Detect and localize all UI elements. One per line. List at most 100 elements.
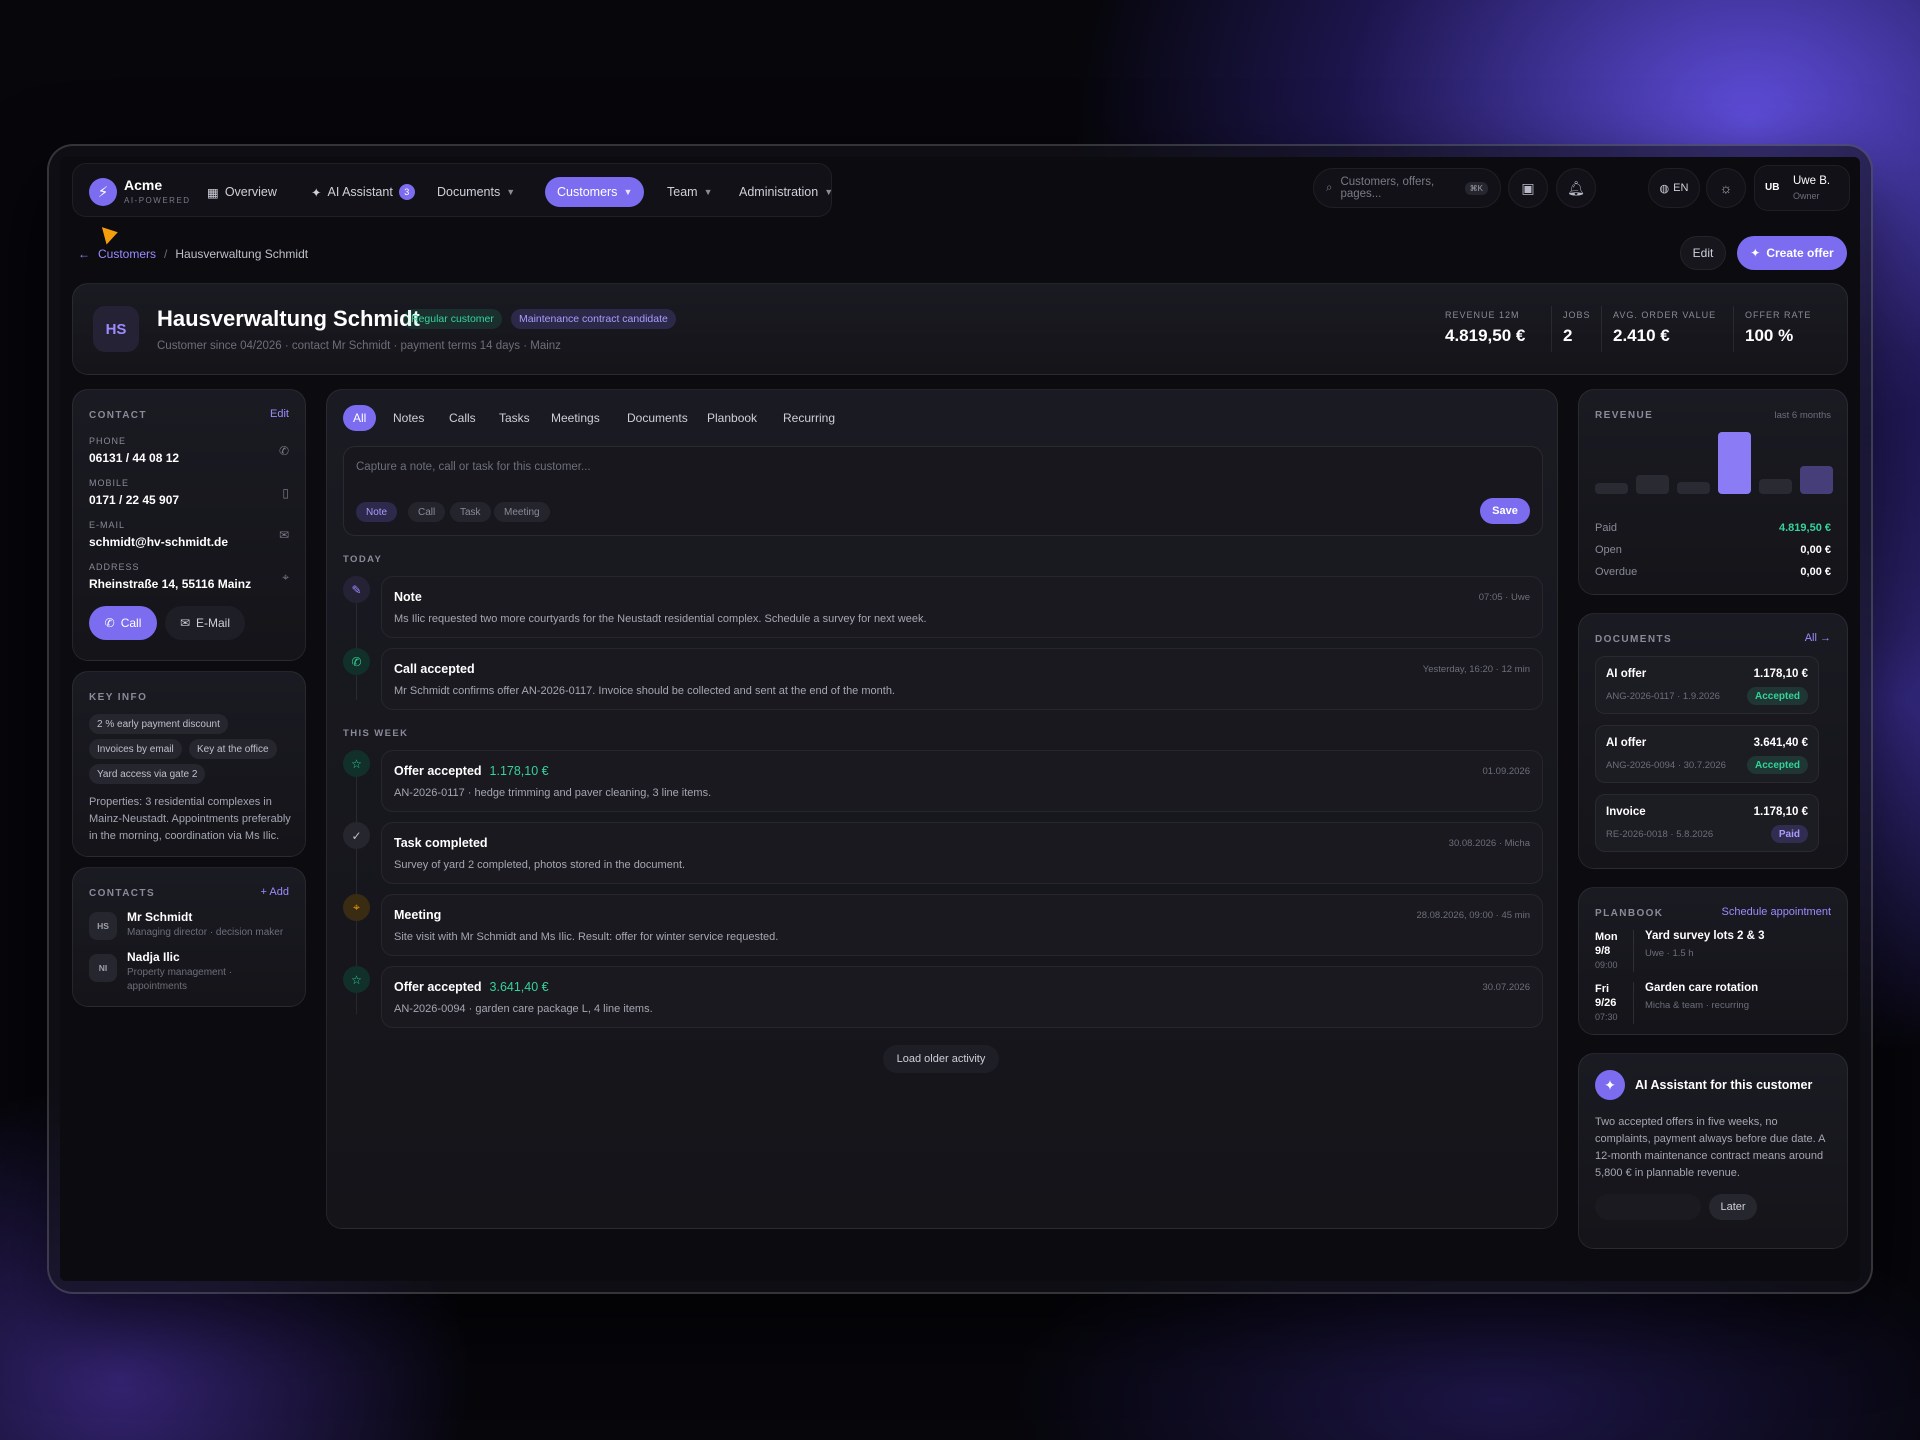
chevron-down-icon: ▼ — [506, 187, 516, 197]
theme-toggle[interactable]: ☼ — [1706, 168, 1746, 208]
composer-input[interactable]: Capture a note, call or task for this cu… — [356, 461, 591, 473]
activity-entry[interactable]: Offer accepted 3.641,40 € AN-2026-0094 · … — [381, 966, 1543, 1028]
add-contact-link[interactable]: + Add — [261, 886, 289, 898]
tab-tasks[interactable]: Tasks — [489, 405, 540, 431]
tab-planbook[interactable]: Planbook — [697, 405, 767, 431]
notifications-button[interactable]: 🔔︎ — [1556, 168, 1596, 208]
search-icon: ⌕ — [1326, 181, 1333, 194]
mail-icon[interactable]: ✉ — [279, 528, 289, 542]
nav-overview[interactable]: ▦ Overview — [195, 177, 289, 207]
nav-ai-assistant[interactable]: ✦ AI Assistant 3 — [299, 177, 427, 207]
planbook-entry[interactable]: Garden care rotation — [1645, 982, 1758, 994]
back-arrow-icon[interactable]: ← — [78, 247, 90, 261]
shortcut-hint: ⌘K — [1464, 181, 1488, 195]
revenue-overdue-row: Overdue 0,00 € — [1595, 566, 1831, 578]
nav-documents[interactable]: Documents ▼ — [425, 177, 527, 207]
user-menu[interactable]: UB Uwe B. Owner — [1754, 165, 1850, 211]
ai-card-text: Two accepted offers in five weeks, no co… — [1595, 1116, 1825, 1179]
key-info-chip: Yard access via gate 2 — [89, 764, 206, 784]
tag-maintenance-candidate: Maintenance contract candidate — [511, 309, 676, 329]
chevron-down-icon: ▼ — [703, 187, 713, 197]
mobile-value[interactable]: 0171 / 22 45 907 — [89, 493, 179, 507]
composer-type-note[interactable]: Note — [356, 502, 398, 522]
globe-icon: ◍ — [1659, 182, 1670, 195]
pencil-icon: ✎ — [343, 576, 370, 603]
call-button[interactable]: ✆ Call — [89, 606, 157, 640]
activity-entry[interactable]: Offer accepted 1.178,10 € AN-2026-0117 · … — [381, 750, 1543, 812]
user-name: Uwe B. — [1793, 175, 1831, 187]
revenue-bar — [1636, 475, 1669, 494]
tab-all[interactable]: All — [343, 405, 377, 431]
phone-value[interactable]: 06131 / 44 08 12 — [89, 451, 179, 465]
planbook-entry[interactable]: Yard survey lots 2 & 3 — [1645, 930, 1765, 942]
phone-icon[interactable]: ✆ — [279, 444, 289, 458]
composer-type-call[interactable]: Call — [408, 502, 446, 522]
ai-primary-button[interactable] — [1595, 1194, 1701, 1220]
breadcrumb-customers[interactable]: Customers — [98, 247, 156, 261]
email-button[interactable]: ✉ E-Mail — [165, 606, 245, 640]
ai-card-title: AI Assistant for this customer — [1635, 1078, 1813, 1092]
language-switch[interactable]: ◍ EN — [1648, 168, 1700, 208]
schedule-appointment-link[interactable]: Schedule appointment — [1722, 906, 1831, 918]
calendar-button[interactable]: ▣ — [1508, 168, 1548, 208]
avatar: NI — [89, 954, 117, 982]
tab-recurring[interactable]: Recurring — [773, 405, 845, 431]
contact-edit-link[interactable]: Edit — [270, 408, 289, 420]
grid-icon: ▦ — [207, 185, 219, 200]
document-item[interactable]: Invoice 1.178,10 € RE-2026-0018 · 5.8.20… — [1595, 794, 1819, 852]
key-info-text: Properties: 3 residential complexes in M… — [89, 796, 291, 842]
location-pin-icon: ⌖ — [343, 894, 370, 921]
revenue-bar-chart — [1595, 432, 1833, 494]
logo-bolt-icon: ⚡ — [89, 178, 117, 206]
address-value[interactable]: Rheinstraße 14, 55116 Mainz — [89, 577, 251, 591]
later-button[interactable]: Later — [1709, 1194, 1757, 1220]
composer-type-task[interactable]: Task — [450, 502, 491, 522]
activity-card: All Notes Calls Tasks Meetings Documents… — [326, 389, 1558, 1229]
activity-entry[interactable]: Note Ms Ilic requested two more courtyar… — [381, 576, 1543, 638]
nav-team[interactable]: Team ▼ — [655, 177, 725, 207]
status-badge: Accepted — [1746, 756, 1808, 774]
phone-icon: ✆ — [104, 616, 115, 630]
breadcrumb-current: Hausverwaltung Schmidt — [175, 247, 309, 261]
document-item[interactable]: AI offer 3.641,40 € ANG-2026-0094 · 30.7… — [1595, 725, 1819, 783]
composer-type-meeting[interactable]: Meeting — [494, 502, 550, 522]
edit-button[interactable]: Edit — [1680, 236, 1726, 270]
user-role: Owner — [1793, 191, 1820, 201]
nav-administration[interactable]: Administration ▼ — [727, 177, 845, 207]
check-icon: ✓ — [343, 822, 370, 849]
activity-entry[interactable]: Call accepted Mr Schmidt confirms offer … — [381, 648, 1543, 710]
key-info-chip: 2 % early payment discount — [89, 714, 228, 734]
location-pin-icon[interactable]: ⌖ — [282, 570, 289, 585]
tab-documents[interactable]: Documents — [617, 405, 698, 431]
calendar-icon: ▣ — [1521, 179, 1535, 196]
contact-name[interactable]: Nadja Ilic — [127, 950, 180, 964]
contact-name[interactable]: Mr Schmidt — [127, 910, 192, 924]
customer-header: HS Hausverwaltung Schmidt Regular custom… — [72, 283, 1848, 375]
status-badge: Paid — [1770, 825, 1808, 843]
create-offer-button[interactable]: ✦ Create offer — [1737, 236, 1847, 270]
documents-all-link[interactable]: All → — [1805, 632, 1831, 644]
document-item[interactable]: AI offer 1.178,10 € ANG-2026-0117 · 1.9.… — [1595, 656, 1819, 714]
sparkle-icon: ✦ — [1750, 246, 1761, 260]
load-older-button[interactable]: Load older activity — [883, 1045, 999, 1073]
nav-customers[interactable]: Customers ▼ — [545, 177, 645, 207]
tab-meetings[interactable]: Meetings — [541, 405, 610, 431]
search-placeholder: Customers, offers, pages... — [1340, 176, 1435, 200]
tab-calls[interactable]: Calls — [439, 405, 486, 431]
revenue-bar — [1677, 481, 1710, 494]
app-window: ⚡ Acme AI-POWERED ▦ Overview ✦ AI Assist… — [60, 157, 1860, 1281]
breadcrumb: ← Customers / Hausverwaltung Schmidt — [78, 247, 309, 261]
planbook-card: PLANBOOK Schedule appointment Mon 9/8 09:… — [1578, 887, 1848, 1035]
page-title: Hausverwaltung Schmidt — [157, 306, 420, 331]
activity-composer[interactable]: Capture a note, call or task for this cu… — [343, 446, 1543, 536]
tab-notes[interactable]: Notes — [383, 405, 434, 431]
email-value[interactable]: schmidt@hv-schmidt.de — [89, 535, 228, 549]
brand-tagline: AI-POWERED — [124, 196, 191, 205]
global-search[interactable]: ⌕ Customers, offers, pages... ⌘K — [1313, 168, 1501, 208]
sun-icon: ☼ — [1719, 180, 1733, 196]
star-icon: ☆ — [343, 750, 370, 777]
activity-entry[interactable]: Meeting Site visit with Mr Schmidt and M… — [381, 894, 1543, 956]
mobile-icon[interactable]: ▯ — [282, 486, 289, 500]
save-button[interactable]: Save — [1480, 498, 1530, 524]
activity-entry[interactable]: Task completed Survey of yard 2 complete… — [381, 822, 1543, 884]
